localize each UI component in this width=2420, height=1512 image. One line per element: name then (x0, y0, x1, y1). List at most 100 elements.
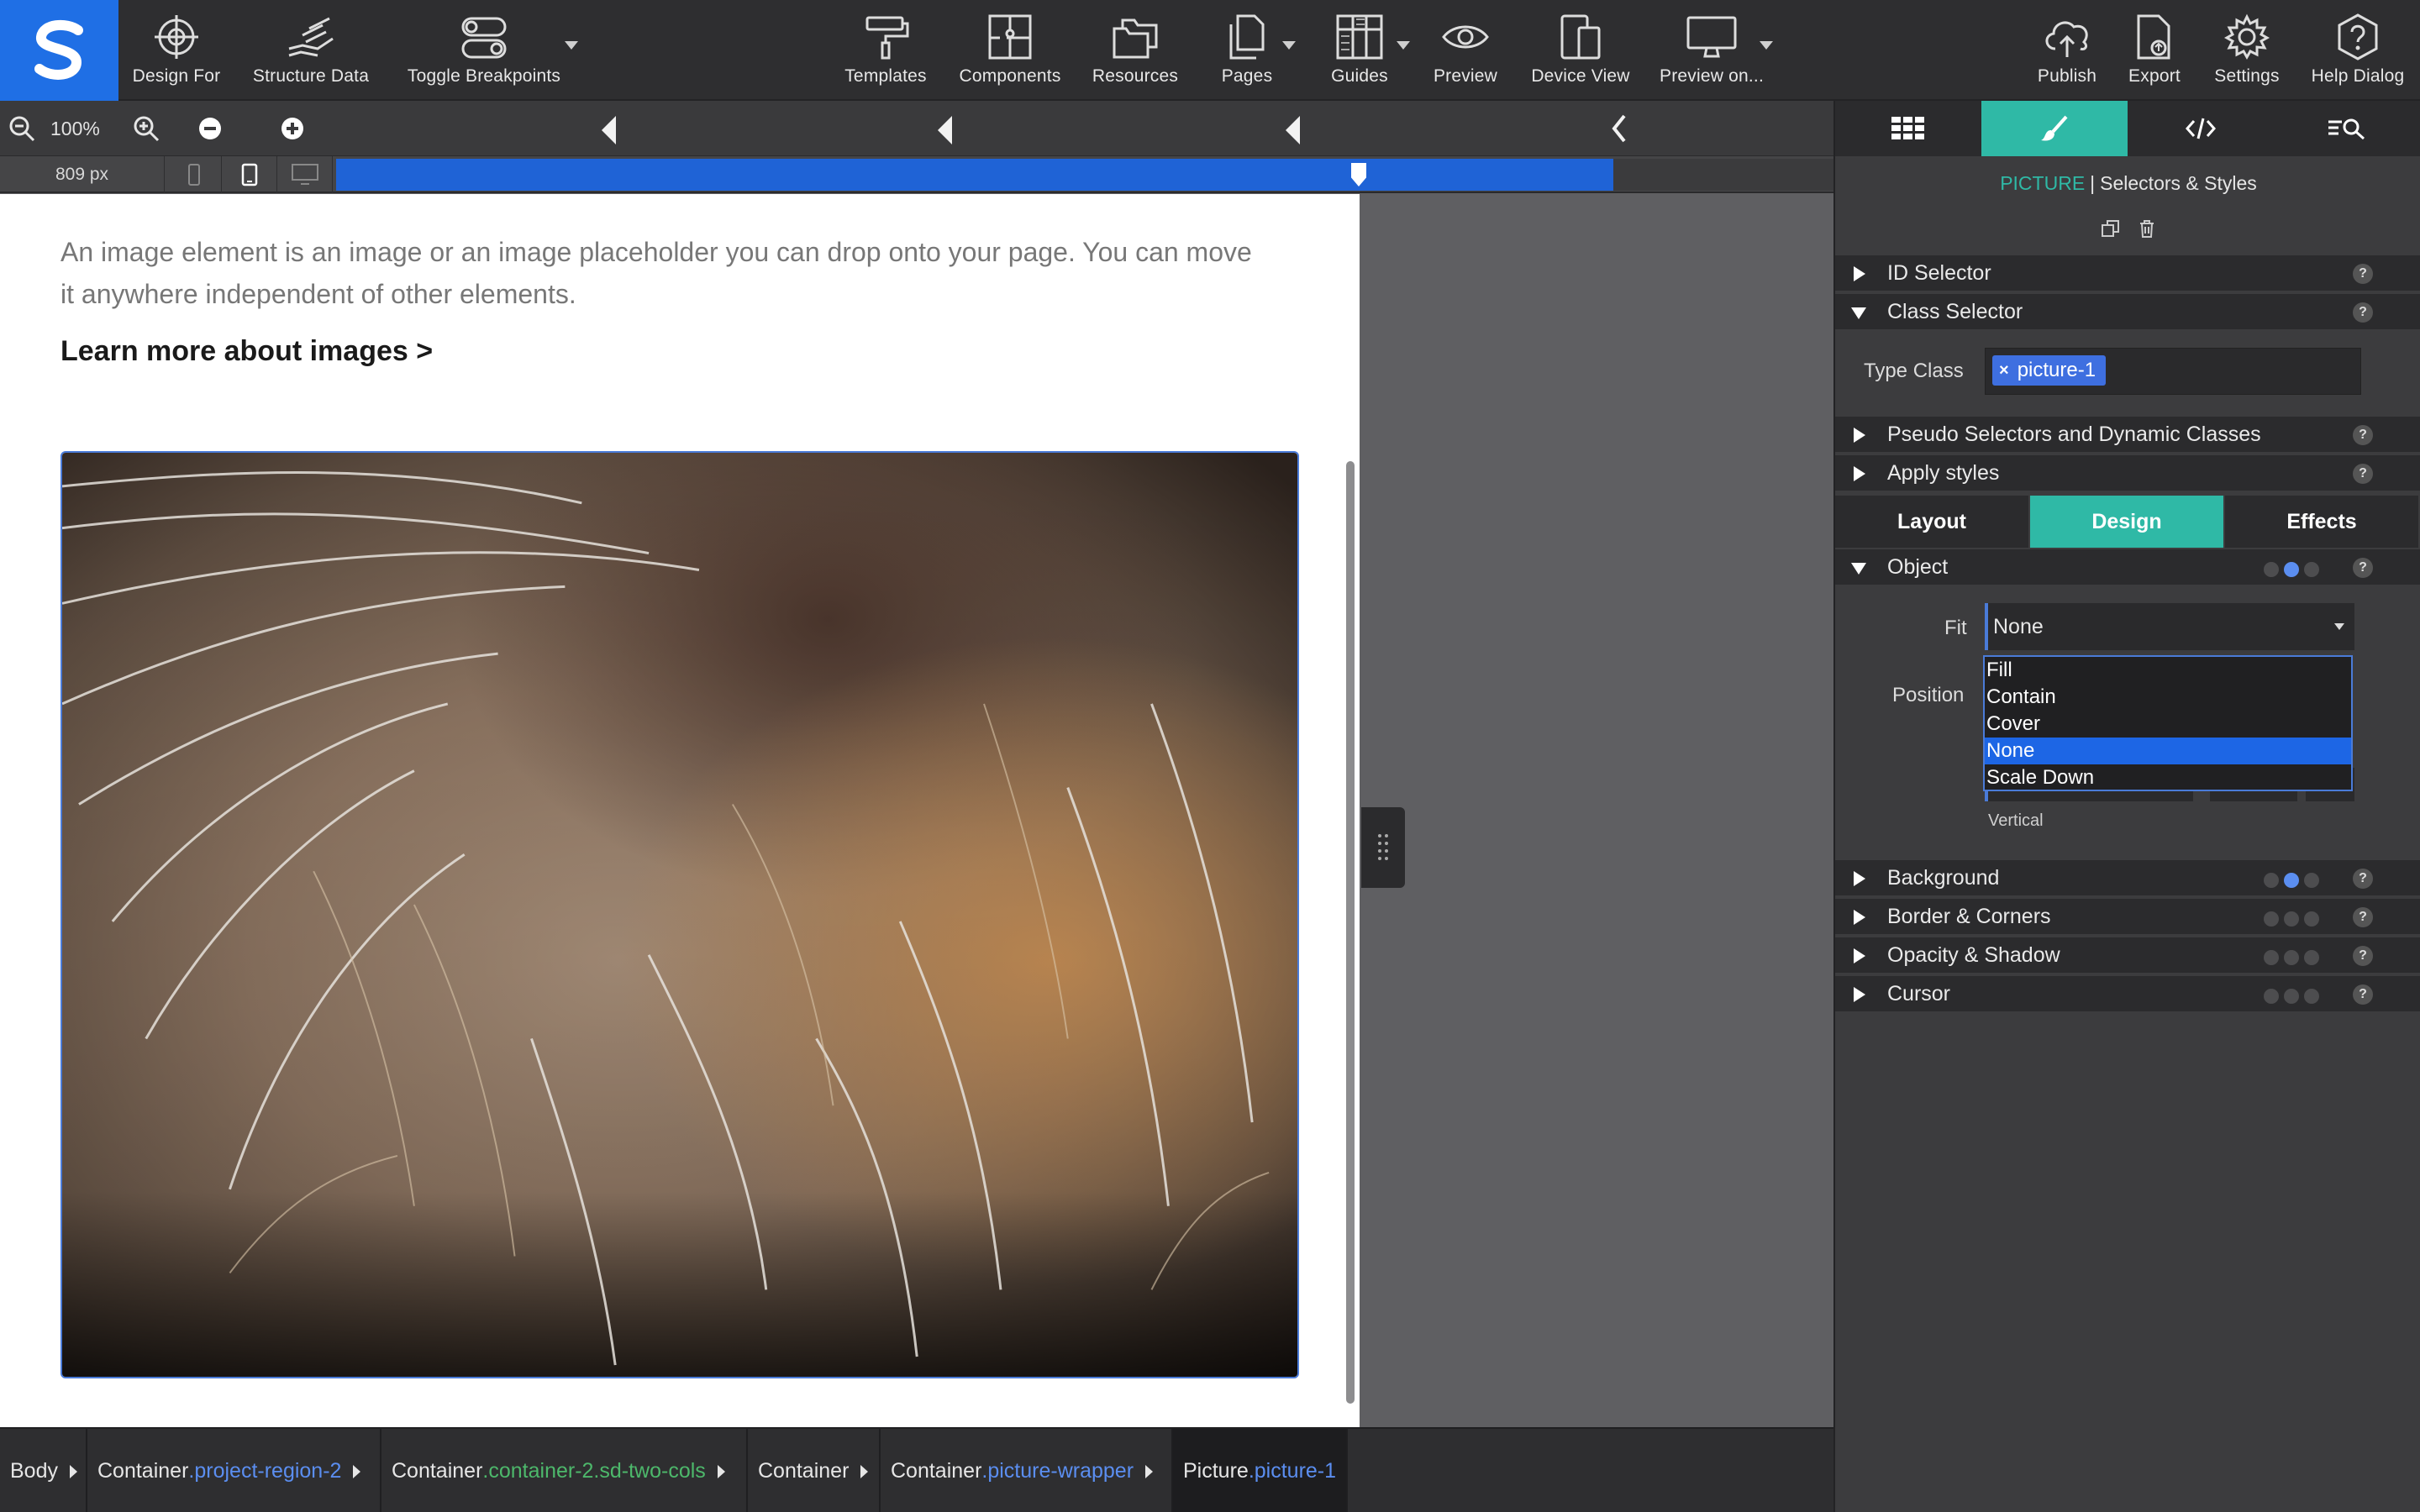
breakpoint-marker-2[interactable] (938, 116, 952, 144)
pages-caret-icon[interactable] (1282, 41, 1296, 50)
breadcrumb-arrow-icon (860, 1464, 869, 1478)
help-icon[interactable]: ? (2353, 464, 2373, 484)
preview-on-caret-icon[interactable] (1760, 41, 1773, 50)
design-for-button[interactable]: Design For (133, 0, 220, 101)
fit-select[interactable]: None (1985, 603, 2354, 650)
help-icon[interactable]: ? (2353, 869, 2373, 889)
app-logo[interactable] (0, 0, 118, 101)
paint-roller-icon (844, 12, 928, 62)
guides-button[interactable]: Guides (1318, 0, 1402, 101)
fit-option-cover[interactable]: Cover (1985, 711, 2351, 738)
duplicate-icon[interactable] (2101, 218, 2121, 239)
breadcrumb-arrow-icon (717, 1464, 725, 1478)
help-icon[interactable]: ? (2353, 302, 2373, 323)
list-search-icon (2328, 118, 2365, 140)
subtab-design[interactable]: Design (2030, 496, 2225, 548)
section-class-selector[interactable]: Class Selector ? (1835, 294, 2420, 331)
breadcrumb-item-container-2[interactable]: Container .container-2.sd-two-cols (381, 1429, 748, 1512)
selected-element-type: PICTURE (2000, 171, 2086, 194)
gear-icon (2205, 12, 2289, 62)
expand-arrow-icon (1854, 871, 1865, 886)
device-desktop-button[interactable] (277, 156, 333, 193)
tab-code[interactable] (2128, 101, 2274, 156)
class-input[interactable]: × picture-1 (1985, 348, 2361, 395)
help-icon[interactable]: ? (2353, 264, 2373, 284)
breakpoint-marker-1[interactable] (602, 116, 616, 144)
breadcrumb-item-project-region[interactable]: Container .project-region-2 (87, 1429, 381, 1512)
help-icon[interactable]: ? (2353, 425, 2373, 445)
hand-data-icon (269, 12, 353, 62)
width-track-remainder[interactable] (1613, 159, 1833, 191)
templates-button[interactable]: Templates (844, 0, 928, 101)
fit-option-none[interactable]: None (1985, 738, 2351, 764)
title-separator: | (2090, 171, 2096, 194)
settings-button[interactable]: Settings (2205, 0, 2289, 101)
help-icon[interactable]: ? (2353, 907, 2373, 927)
tab-elements[interactable] (1835, 101, 1981, 156)
expand-arrow-icon (1854, 428, 1865, 443)
fit-option-scale-down[interactable]: Scale Down (1985, 764, 2351, 791)
breadcrumb-item-body[interactable]: Body (0, 1429, 87, 1512)
subtab-layout[interactable]: Layout (1835, 496, 2030, 548)
help-icon[interactable]: ? (2353, 946, 2373, 966)
preview-on-button[interactable]: Preview on... (1657, 0, 1766, 101)
remove-class-icon[interactable]: × (1999, 361, 2009, 381)
trash-icon[interactable] (2138, 218, 2156, 239)
canvas-resize-handle[interactable] (1361, 807, 1405, 888)
breadcrumb-item-container[interactable]: Container (748, 1429, 881, 1512)
section-cursor[interactable]: Cursor ? (1835, 976, 2420, 1013)
publish-button[interactable]: Publish (2025, 0, 2109, 101)
breadcrumb-arrow-icon (69, 1464, 77, 1478)
export-button[interactable]: Export (2112, 0, 2196, 101)
preview-button[interactable]: Preview (1423, 0, 1507, 101)
help-dialog-button[interactable]: Help Dialog (2307, 0, 2408, 101)
components-button[interactable]: Components (958, 0, 1062, 101)
fit-option-contain[interactable]: Contain (1985, 684, 2351, 711)
logo-icon (34, 19, 83, 80)
pages-button[interactable]: Pages (1205, 0, 1289, 101)
add-breakpoint-button[interactable] (276, 101, 309, 156)
plus-circle-icon (281, 118, 303, 139)
subtab-effects[interactable]: Effects (2225, 496, 2420, 548)
breadcrumb-item-picture-wrapper[interactable]: Container .picture-wrapper (881, 1429, 1173, 1512)
export-file-icon (2112, 12, 2196, 62)
canvas-scrollbar[interactable] (1346, 461, 1355, 1404)
class-chip[interactable]: × picture-1 (1992, 355, 2107, 386)
width-track[interactable] (336, 159, 1613, 191)
code-icon (2186, 118, 2216, 139)
breakpoint-marker-4[interactable] (1607, 101, 1632, 156)
zoom-bar: 100% (0, 101, 1833, 156)
guides-caret-icon[interactable] (1397, 41, 1410, 50)
learn-more-link[interactable]: Learn more about images > (60, 335, 433, 368)
resources-button[interactable]: Resources (1089, 0, 1181, 101)
device-phone-button[interactable] (166, 156, 222, 193)
tab-styles[interactable] (1981, 101, 2128, 156)
remove-breakpoint-button[interactable] (193, 101, 227, 156)
device-view-button[interactable]: Device View (1526, 0, 1635, 101)
section-apply-styles[interactable]: Apply styles ? (1835, 455, 2420, 492)
zoom-out-icon (9, 116, 35, 142)
grid-guides-icon (1318, 12, 1402, 62)
device-tablet-button[interactable] (222, 156, 277, 193)
section-id-selector[interactable]: ID Selector ? (1835, 255, 2420, 292)
structure-data-button[interactable]: Structure Data (252, 0, 370, 101)
section-object[interactable]: Object ? (1835, 549, 2420, 586)
breadcrumb-item-picture[interactable]: Picture .picture-1 (1173, 1429, 1348, 1512)
section-opacity-shadow[interactable]: Opacity & Shadow ? (1835, 937, 2420, 974)
expand-arrow-icon (1854, 948, 1865, 963)
section-border-corners[interactable]: Border & Corners ? (1835, 899, 2420, 936)
picture-element[interactable] (60, 451, 1299, 1378)
toggle-breakpoints-button[interactable]: Toggle Breakpoints (408, 0, 560, 101)
tab-search[interactable] (2274, 101, 2420, 156)
section-pseudo-selectors[interactable]: Pseudo Selectors and Dynamic Classes ? (1835, 417, 2420, 454)
breakpoints-caret-icon[interactable] (565, 41, 578, 50)
breakpoint-marker-3[interactable] (1286, 116, 1300, 144)
help-icon[interactable]: ? (2353, 984, 2373, 1005)
zoom-in-button[interactable] (129, 101, 163, 156)
zoom-out-button[interactable] (5, 101, 39, 156)
help-icon[interactable]: ? (2353, 558, 2373, 578)
state-dots (2264, 989, 2319, 1004)
section-background[interactable]: Background ? (1835, 860, 2420, 897)
intro-paragraph[interactable]: An image element is an image or an image… (60, 231, 1262, 315)
fit-option-fill[interactable]: Fill (1985, 657, 2351, 684)
